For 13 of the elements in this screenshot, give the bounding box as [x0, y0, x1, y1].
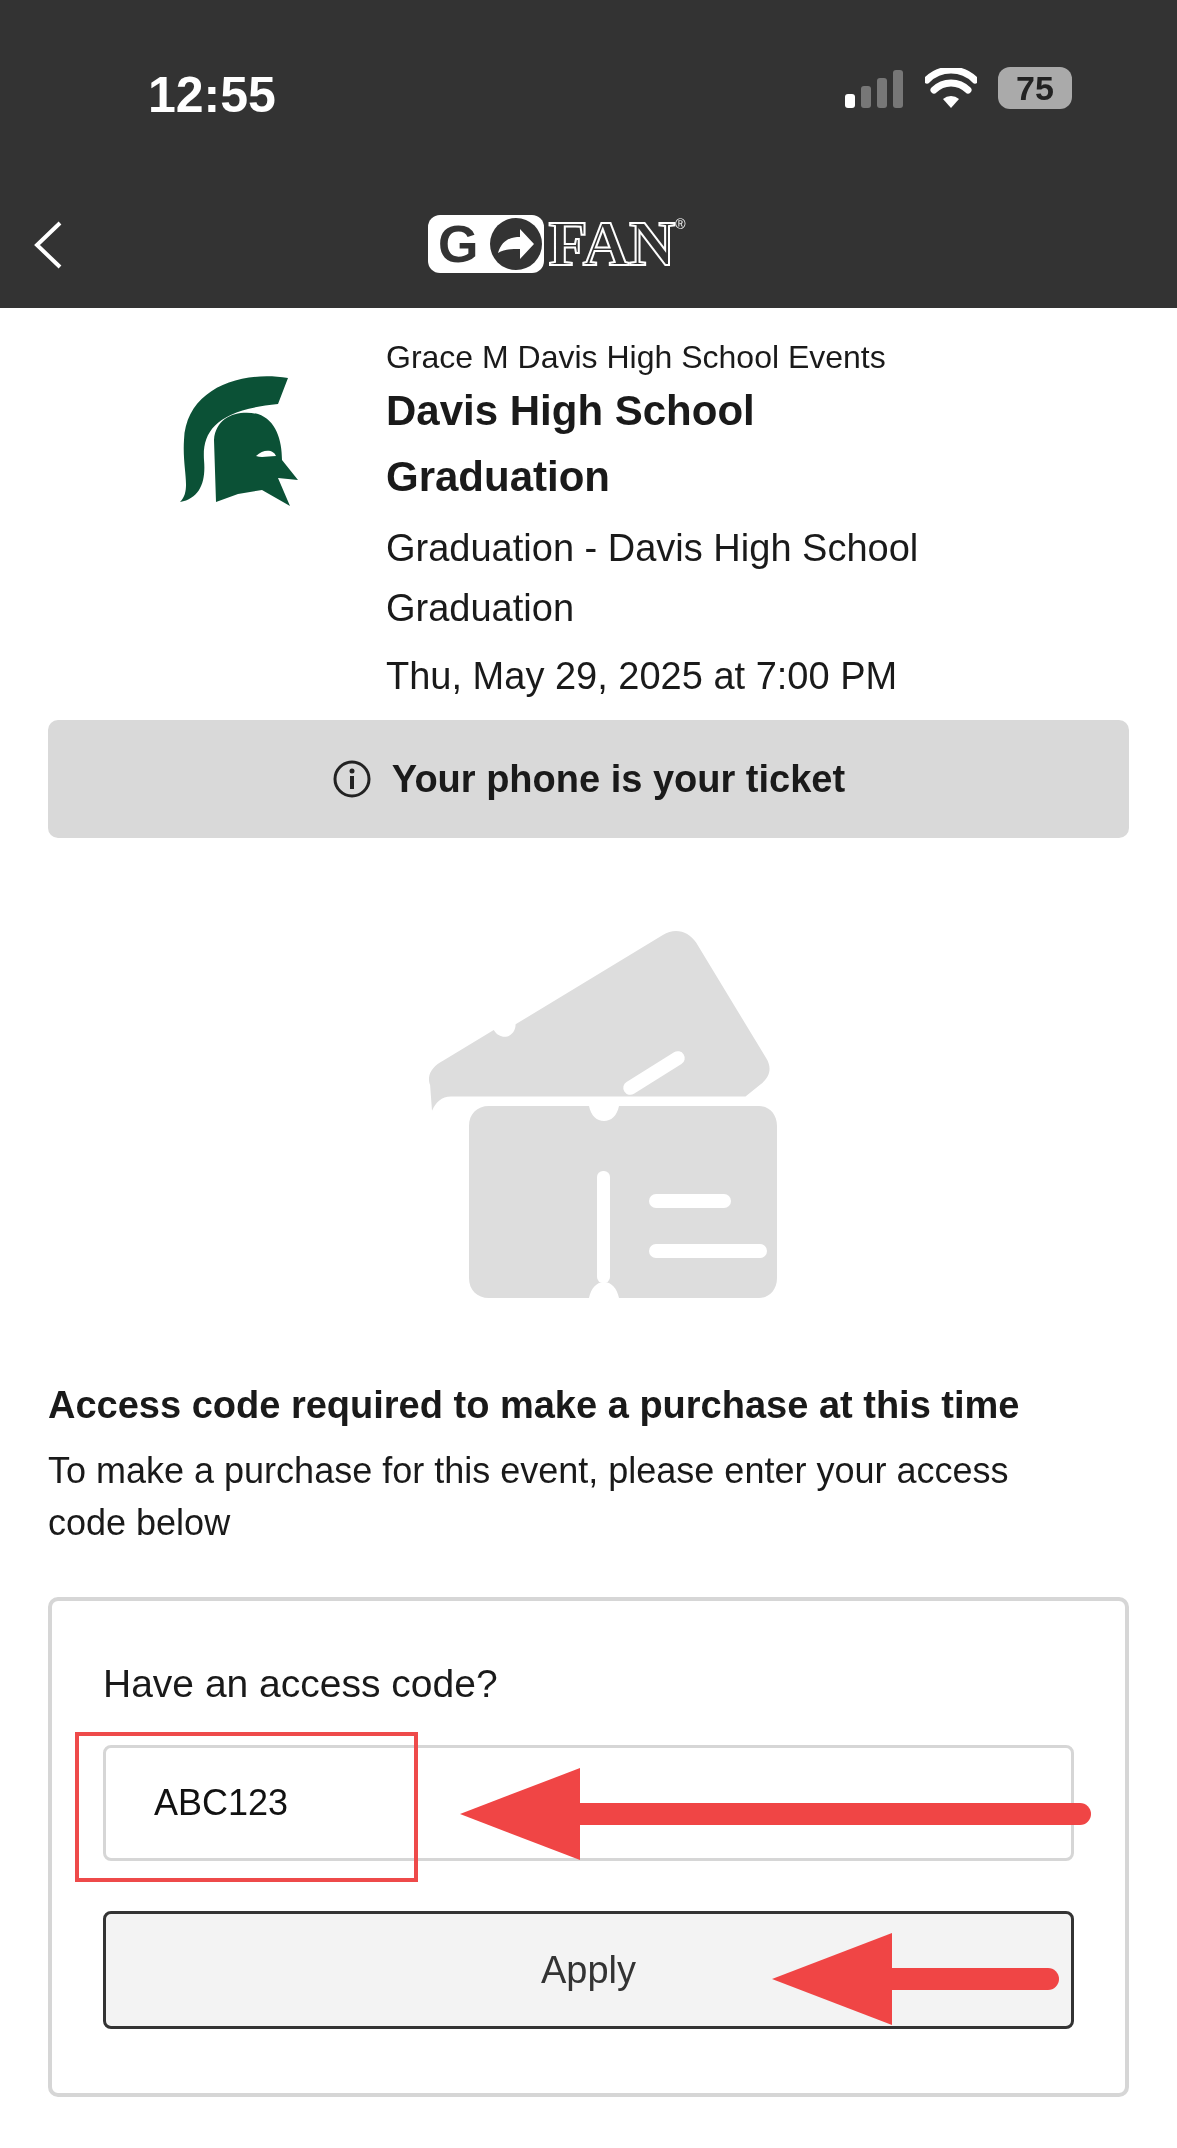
- access-code-label: Have an access code?: [103, 1661, 499, 1707]
- event-title: Davis High School Graduation: [386, 386, 756, 502]
- event-date: Thu, May 29, 2025 at 7:00 PM: [386, 654, 899, 699]
- access-instructions: To make a purchase for this event, please enter your access code below: [48, 1449, 1010, 1545]
- notice-text: Your phone is your ticket: [391, 756, 846, 802]
- event-subtitle: Graduation - Davis High School Graduation: [386, 526, 920, 631]
- apply-button[interactable]: Apply: [103, 1911, 1074, 2029]
- access-heading: Access code required to make a purchase at this time: [48, 1383, 1021, 1428]
- app-logo: G FAN®: [428, 214, 686, 274]
- battery-level: 75: [1016, 67, 1054, 109]
- status-time: 12:55: [148, 66, 276, 125]
- access-code-field[interactable]: ABC123: [103, 1745, 1074, 1861]
- organizer-name: Grace M Davis High School Events: [386, 338, 887, 377]
